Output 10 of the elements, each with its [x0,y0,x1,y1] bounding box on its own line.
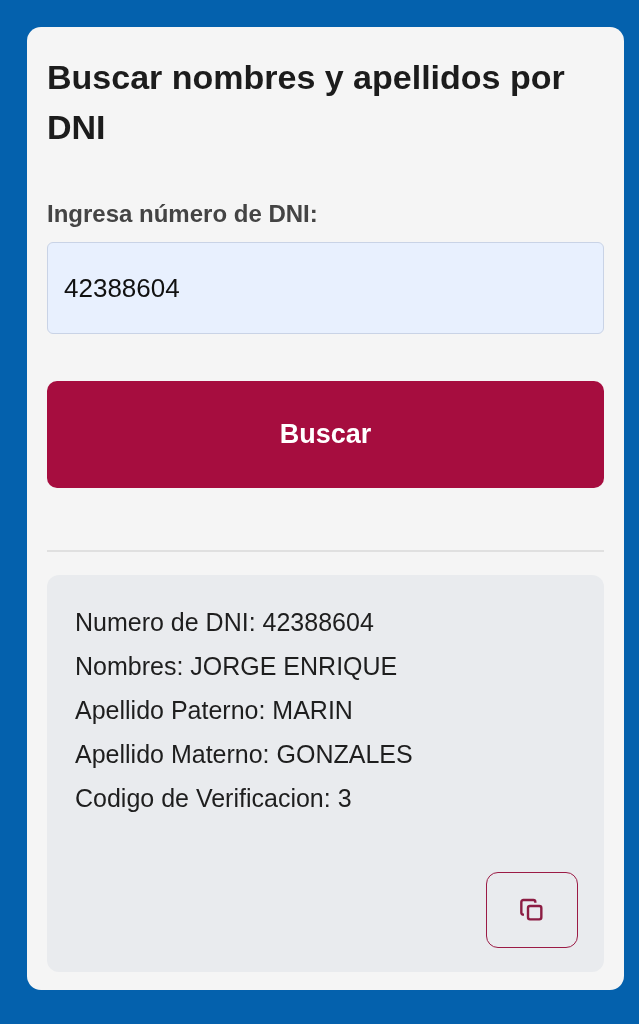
result-line: Numero de DNI: 42388604 [75,607,375,638]
result-line: Apellido Materno: GONZALES [75,739,414,770]
dni-field[interactable]: 42388604 [47,242,604,334]
result-line: Apellido Paterno: MARIN [75,695,354,726]
field-label: Ingresa número de DNI: [47,199,319,229]
page-title: Buscar nombres y apellidos por DNI [47,57,566,148]
search-button[interactable]: Buscar [47,381,604,488]
result-line: Codigo de Verificacion: 3 [75,783,353,814]
copy-button[interactable] [486,872,578,948]
result-line: Nombres: JORGE ENRIQUE [75,651,399,682]
